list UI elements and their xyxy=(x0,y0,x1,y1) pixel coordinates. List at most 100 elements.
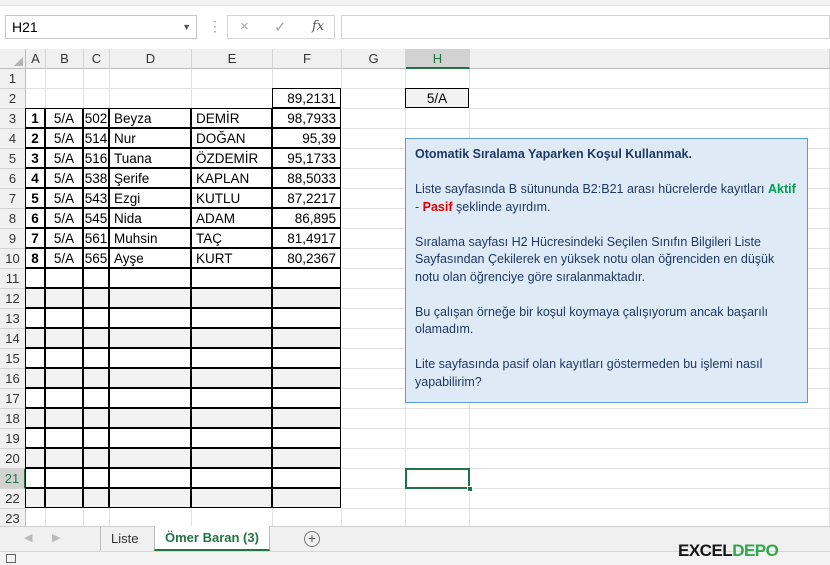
row-header-7[interactable]: 7 xyxy=(0,189,26,209)
add-sheet-icon[interactable]: + xyxy=(304,531,320,547)
cell-a7[interactable]: 5 xyxy=(25,188,45,208)
formula-input[interactable] xyxy=(341,15,830,39)
cell-filler[interactable] xyxy=(470,469,830,489)
tab-scroll-left-icon[interactable]: ◀ xyxy=(24,531,32,544)
cell-e5[interactable]: ÖZDEMİR xyxy=(191,148,272,168)
name-box[interactable]: H21 ▼ xyxy=(5,15,197,39)
cell-f10[interactable]: 80,2367 xyxy=(272,248,341,268)
cell-d1[interactable] xyxy=(110,69,192,89)
cell-d14[interactable] xyxy=(109,328,191,348)
cell-g20[interactable] xyxy=(342,449,406,469)
cell-e9[interactable]: TAÇ xyxy=(191,228,272,248)
column-header-d[interactable]: D xyxy=(110,49,192,69)
cell-c1[interactable] xyxy=(84,69,110,89)
cell-a3[interactable]: 1 xyxy=(25,108,45,128)
column-header-b[interactable]: B xyxy=(46,49,84,69)
cell-c9[interactable]: 561 xyxy=(83,228,109,248)
cell-h20[interactable] xyxy=(406,449,470,469)
cell-g4[interactable] xyxy=(342,129,406,149)
cell-e22[interactable] xyxy=(191,488,272,508)
cell-g19[interactable] xyxy=(342,429,406,449)
column-header-f[interactable]: F xyxy=(273,49,342,69)
cell-a16[interactable] xyxy=(25,368,45,388)
cell-b14[interactable] xyxy=(45,328,83,348)
cell-c8[interactable]: 545 xyxy=(83,208,109,228)
cell-c16[interactable] xyxy=(83,368,109,388)
cell-a13[interactable] xyxy=(25,308,45,328)
cell-f7[interactable]: 87,2217 xyxy=(272,188,341,208)
column-header-a[interactable]: A xyxy=(26,49,46,69)
cell-b17[interactable] xyxy=(45,388,83,408)
drag-handle-icon[interactable]: ⋮ xyxy=(208,18,223,35)
cell-c11[interactable] xyxy=(83,268,109,288)
cell-a6[interactable]: 4 xyxy=(25,168,45,188)
cell-h1[interactable] xyxy=(406,69,470,89)
cell-f20[interactable] xyxy=(272,448,341,468)
cell-g6[interactable] xyxy=(342,169,406,189)
cell-e13[interactable] xyxy=(191,308,272,328)
cell-e2[interactable] xyxy=(192,89,273,109)
cell-d9[interactable]: Muhsin xyxy=(109,228,191,248)
row-header-2[interactable]: 2 xyxy=(0,89,26,109)
cell-b6[interactable]: 5/A xyxy=(45,168,83,188)
cell-a2[interactable] xyxy=(26,89,46,109)
cell-f2[interactable]: 89,2131 xyxy=(272,88,341,108)
cell-e10[interactable]: KURT xyxy=(191,248,272,268)
cell-d15[interactable] xyxy=(109,348,191,368)
cell-b11[interactable] xyxy=(45,268,83,288)
row-header-8[interactable]: 8 xyxy=(0,209,26,229)
cell-e14[interactable] xyxy=(191,328,272,348)
cell-c6[interactable]: 538 xyxy=(83,168,109,188)
cell-d18[interactable] xyxy=(109,408,191,428)
cell-filler[interactable] xyxy=(470,429,830,449)
cell-f8[interactable]: 86,895 xyxy=(272,208,341,228)
cell-c18[interactable] xyxy=(83,408,109,428)
row-header-6[interactable]: 6 xyxy=(0,169,26,189)
cell-f14[interactable] xyxy=(272,328,341,348)
cell-f21[interactable] xyxy=(272,468,341,488)
cell-e16[interactable] xyxy=(191,368,272,388)
cell-e17[interactable] xyxy=(191,388,272,408)
cell-c22[interactable] xyxy=(83,488,109,508)
cell-d5[interactable]: Tuana xyxy=(109,148,191,168)
row-header-13[interactable]: 13 xyxy=(0,309,26,329)
cell-f19[interactable] xyxy=(272,428,341,448)
cell-d13[interactable] xyxy=(109,308,191,328)
row-header-21[interactable]: 21 xyxy=(0,469,26,489)
cell-c12[interactable] xyxy=(83,288,109,308)
cell-g5[interactable] xyxy=(342,149,406,169)
cell-g16[interactable] xyxy=(342,369,406,389)
cell-g14[interactable] xyxy=(342,329,406,349)
cell-f11[interactable] xyxy=(272,268,341,288)
row-header-17[interactable]: 17 xyxy=(0,389,26,409)
cell-c21[interactable] xyxy=(83,468,109,488)
cell-g22[interactable] xyxy=(342,489,406,509)
row-header-14[interactable]: 14 xyxy=(0,329,26,349)
cell-d7[interactable]: Ezgi xyxy=(109,188,191,208)
cell-e12[interactable] xyxy=(191,288,272,308)
cell-a10[interactable]: 8 xyxy=(25,248,45,268)
cell-h22[interactable] xyxy=(406,489,470,509)
cell-f9[interactable]: 81,4917 xyxy=(272,228,341,248)
cell-f1[interactable] xyxy=(273,69,342,89)
cell-f22[interactable] xyxy=(272,488,341,508)
cell-e11[interactable] xyxy=(191,268,272,288)
cell-b9[interactable]: 5/A xyxy=(45,228,83,248)
enter-icon[interactable]: ✓ xyxy=(274,18,287,36)
cell-f13[interactable] xyxy=(272,308,341,328)
cell-filler[interactable] xyxy=(470,89,830,109)
cell-a14[interactable] xyxy=(25,328,45,348)
cell-c20[interactable] xyxy=(83,448,109,468)
cell-b2[interactable] xyxy=(46,89,84,109)
cell-d22[interactable] xyxy=(109,488,191,508)
cell-c19[interactable] xyxy=(83,428,109,448)
column-header-g[interactable]: G xyxy=(342,49,406,69)
row-header-20[interactable]: 20 xyxy=(0,449,26,469)
cell-filler[interactable] xyxy=(470,449,830,469)
cell-e19[interactable] xyxy=(191,428,272,448)
cell-c15[interactable] xyxy=(83,348,109,368)
cell-a15[interactable] xyxy=(25,348,45,368)
row-header-5[interactable]: 5 xyxy=(0,149,26,169)
cell-e15[interactable] xyxy=(191,348,272,368)
cell-b15[interactable] xyxy=(45,348,83,368)
